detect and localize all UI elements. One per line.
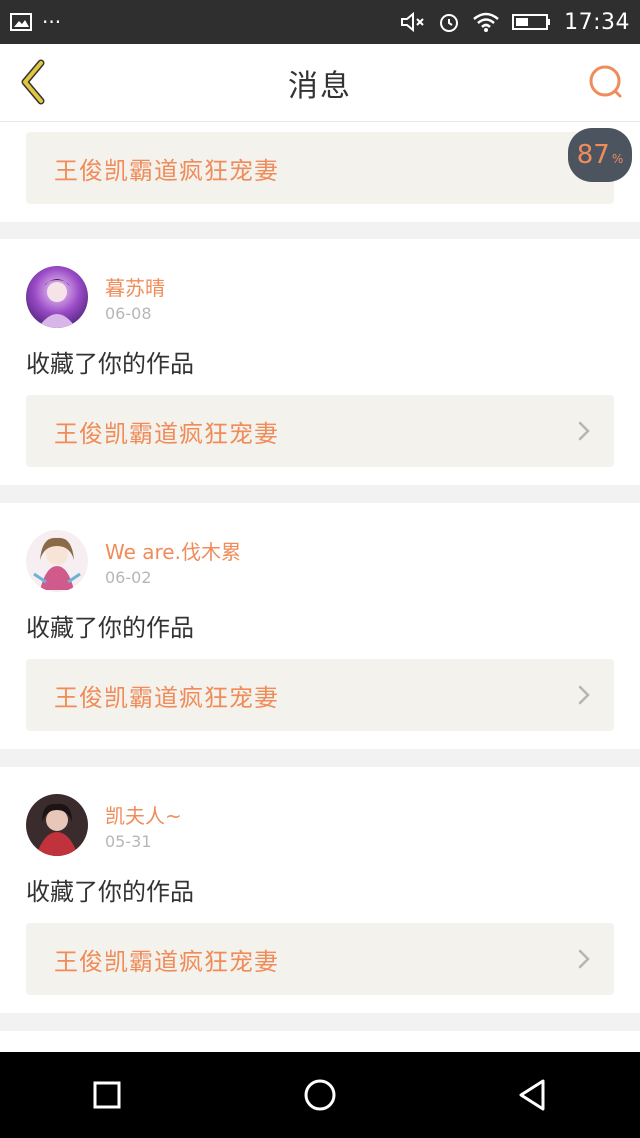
avatar[interactable] bbox=[26, 266, 88, 328]
recent-apps-icon bbox=[93, 1081, 121, 1109]
message-date: 06-02 bbox=[105, 568, 152, 587]
work-title: 王俊凯霸道疯狂宠妻 bbox=[54, 683, 279, 712]
chevron-right-icon bbox=[578, 421, 590, 441]
work-link[interactable]: 王俊凯霸道疯狂宠妻 bbox=[26, 395, 614, 467]
recent-apps-button[interactable] bbox=[77, 1065, 137, 1125]
work-title: 王俊凯霸道疯狂宠妻 bbox=[54, 419, 279, 448]
back-button[interactable] bbox=[14, 58, 54, 106]
progress-value: 87 bbox=[576, 140, 610, 170]
avatar[interactable] bbox=[26, 530, 88, 592]
work-link[interactable]: 王俊凯霸道疯狂宠妻 bbox=[26, 132, 614, 204]
battery-icon bbox=[512, 14, 551, 30]
message-card: 凯夫人~ 05-31 收藏了你的作品 王俊凯霸道疯狂宠妻 bbox=[0, 767, 640, 1013]
search-icon bbox=[589, 65, 622, 98]
home-icon bbox=[304, 1079, 336, 1111]
work-title: 王俊凯霸道疯狂宠妻 bbox=[54, 947, 279, 976]
user-name[interactable]: We are.伐木累 bbox=[105, 536, 241, 565]
work-link[interactable]: 王俊凯霸道疯狂宠妻 bbox=[26, 923, 614, 995]
system-nav-bar bbox=[0, 1052, 640, 1138]
back-nav-button[interactable] bbox=[503, 1065, 563, 1125]
chevron-left-icon bbox=[21, 59, 45, 105]
message-card: 暮苏晴 06-08 收藏了你的作品 王俊凯霸道疯狂宠妻 bbox=[0, 239, 640, 485]
chevron-right-icon bbox=[578, 685, 590, 705]
work-title: 王俊凯霸道疯狂宠妻 bbox=[54, 156, 279, 185]
message-action: 收藏了你的作品 bbox=[26, 614, 194, 642]
message-card: 王俊凯霸道疯狂宠妻 bbox=[0, 122, 640, 222]
message-date: 06-08 bbox=[105, 304, 152, 323]
search-button[interactable] bbox=[586, 62, 626, 102]
progress-unit: % bbox=[611, 152, 624, 166]
home-button[interactable] bbox=[290, 1065, 350, 1125]
user-name[interactable]: 暮苏晴 bbox=[105, 272, 165, 301]
mute-icon bbox=[401, 11, 424, 33]
message-action: 收藏了你的作品 bbox=[26, 350, 194, 378]
message-list[interactable]: 王俊凯霸道疯狂宠妻 暮苏晴 06-08 收藏了你的作品 王俊凯霸道疯狂宠妻 We… bbox=[0, 122, 640, 1052]
more-icon: ··· bbox=[42, 10, 62, 34]
avatar[interactable] bbox=[26, 794, 88, 856]
status-time: 17:34 bbox=[564, 9, 630, 35]
message-date: 05-31 bbox=[105, 832, 152, 851]
status-bar: ··· 17:34 bbox=[0, 0, 640, 44]
work-link[interactable]: 王俊凯霸道疯狂宠妻 bbox=[26, 659, 614, 731]
back-icon bbox=[519, 1079, 545, 1111]
alarm-icon bbox=[440, 14, 459, 32]
message-action: 收藏了你的作品 bbox=[26, 878, 194, 906]
page-title: 消息 bbox=[288, 68, 352, 104]
message-card bbox=[0, 1031, 640, 1052]
message-card: We are.伐木累 06-02 收藏了你的作品 王俊凯霸道疯狂宠妻 bbox=[0, 503, 640, 749]
image-icon bbox=[10, 13, 32, 31]
chevron-right-icon bbox=[578, 949, 590, 969]
app-header: 消息 bbox=[0, 44, 640, 122]
wifi-icon bbox=[473, 12, 499, 32]
progress-badge[interactable]: 87 % bbox=[568, 128, 632, 182]
user-name[interactable]: 凯夫人~ bbox=[105, 800, 182, 829]
